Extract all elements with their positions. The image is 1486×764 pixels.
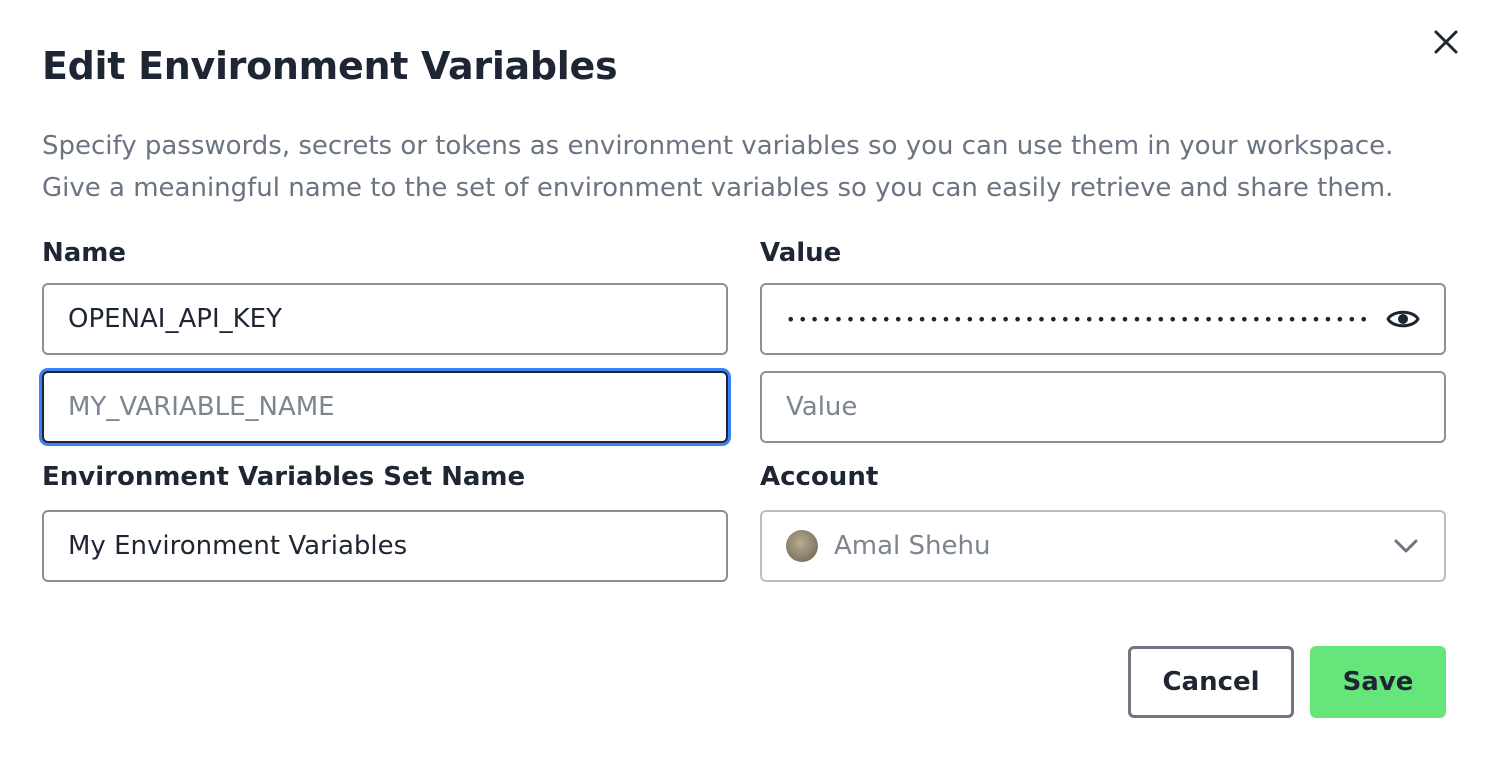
avatar xyxy=(786,530,818,562)
dialog-title: Edit Environment Variables xyxy=(42,44,618,88)
description-line: Specify passwords, secrets or tokens as … xyxy=(42,131,1394,161)
new-variable-name-input[interactable] xyxy=(68,392,702,422)
variable-name-field[interactable] xyxy=(42,283,728,355)
new-variable-value-field[interactable] xyxy=(760,371,1446,443)
variable-value-field[interactable]: ••••••••••••••••••••••••••••••••••••••••… xyxy=(760,283,1446,355)
variable-name-input[interactable] xyxy=(68,304,702,334)
account-selected-value: Amal Shehu xyxy=(834,531,991,561)
edit-env-vars-dialog: Edit Environment Variables Specify passw… xyxy=(0,0,1486,764)
value-column-label: Value xyxy=(760,238,842,268)
new-variable-name-field[interactable] xyxy=(42,371,728,443)
account-select[interactable]: Amal Shehu xyxy=(760,510,1446,582)
description-line: Give a meaningful name to the set of env… xyxy=(42,173,1394,203)
set-name-input[interactable] xyxy=(68,531,702,561)
show-value-button[interactable] xyxy=(1386,305,1420,333)
save-button[interactable]: Save xyxy=(1310,646,1446,718)
eye-icon xyxy=(1386,310,1420,328)
close-button[interactable] xyxy=(1426,22,1466,62)
chevron-down-icon xyxy=(1392,532,1420,560)
masked-value[interactable]: ••••••••••••••••••••••••••••••••••••••••… xyxy=(786,310,1372,329)
new-variable-value-input[interactable] xyxy=(786,392,1420,422)
set-name-field[interactable] xyxy=(42,510,728,582)
dialog-description: Specify passwords, secrets or tokens as … xyxy=(42,125,1452,209)
name-column-label: Name xyxy=(42,238,127,268)
cancel-button[interactable]: Cancel xyxy=(1128,646,1294,718)
account-label: Account xyxy=(760,462,879,492)
set-name-label: Environment Variables Set Name xyxy=(42,462,526,492)
close-icon xyxy=(1434,30,1458,54)
